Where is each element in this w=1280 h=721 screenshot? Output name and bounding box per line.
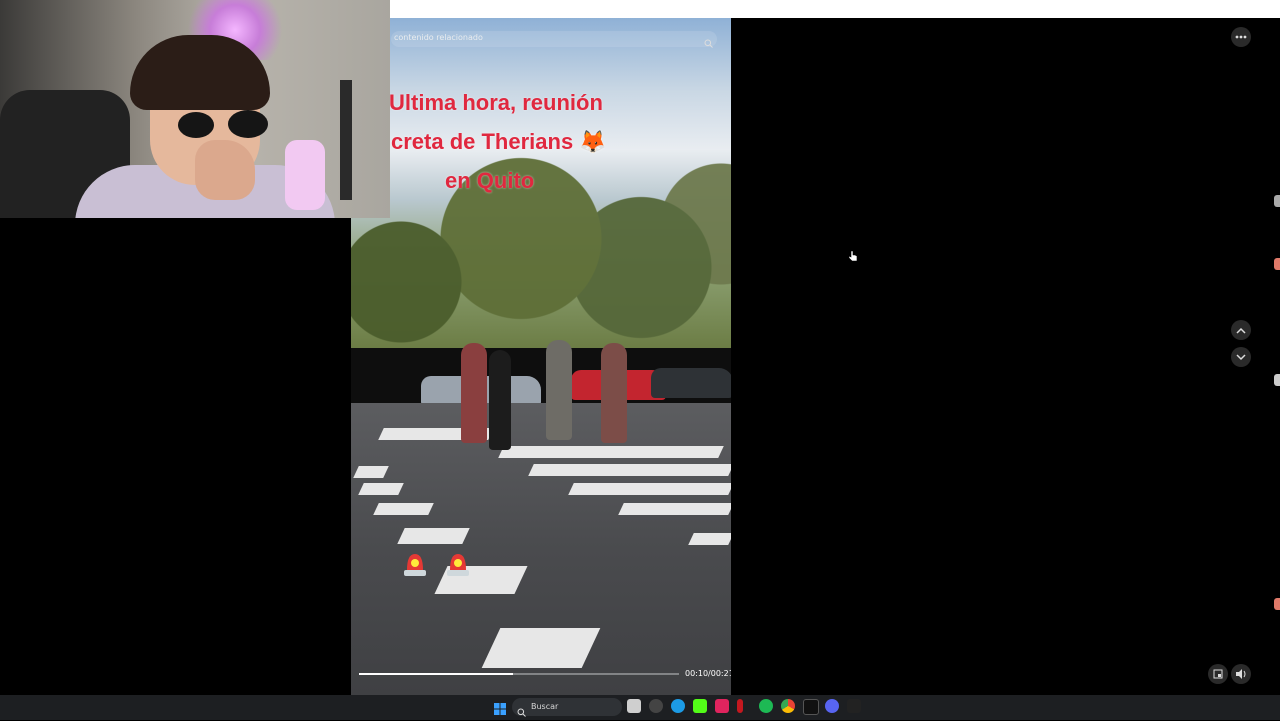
sunglasses-right xyxy=(228,110,268,138)
caption-line-3: en Quito xyxy=(445,168,535,193)
app-icon[interactable] xyxy=(737,699,743,713)
video-progress-bar[interactable] xyxy=(359,673,679,675)
windows-start-icon[interactable] xyxy=(494,700,506,719)
chrome-icon[interactable] xyxy=(781,699,795,713)
person-2 xyxy=(489,350,511,450)
car-dark xyxy=(651,368,731,398)
crosswalk-stripe xyxy=(618,503,731,515)
task-view-icon[interactable] xyxy=(627,699,641,713)
edge-indicator xyxy=(1274,374,1280,386)
hand xyxy=(195,140,255,200)
caption-line-1: Ultima hora, reunión xyxy=(389,90,603,115)
chevron-down-icon[interactable] xyxy=(1231,347,1251,367)
siren-icon xyxy=(444,548,472,578)
chevron-up-icon[interactable] xyxy=(1231,320,1251,340)
terminal-icon[interactable] xyxy=(847,699,861,713)
edge-indicator xyxy=(1274,258,1280,270)
discord-icon[interactable] xyxy=(825,699,839,713)
person-1 xyxy=(461,343,487,443)
crosswalk-stripe xyxy=(528,464,731,476)
crosswalk-stripe xyxy=(358,483,404,495)
crosswalk-stripe xyxy=(498,446,724,458)
crosswalk-stripe xyxy=(397,528,470,544)
video-player[interactable]: Ultima hora, reunión creta de Therians 🦊… xyxy=(351,18,731,695)
picture-in-picture-icon[interactable] xyxy=(1208,664,1228,684)
tiktok-icon[interactable] xyxy=(803,699,819,715)
crosswalk-stripe xyxy=(481,628,601,668)
taskbar-search-label: Buscar xyxy=(531,702,559,711)
crosswalk-stripe xyxy=(688,533,731,545)
video-progress-fill xyxy=(359,673,513,675)
edge-browser-icon[interactable] xyxy=(671,699,685,713)
crosswalk-stripe xyxy=(353,466,389,478)
caption-line-2: creta de Therians 🦊 xyxy=(391,129,607,154)
person-3 xyxy=(546,340,572,440)
crosswalk-stripe xyxy=(568,483,731,495)
kick-icon[interactable] xyxy=(693,699,707,713)
taskbar-search[interactable] xyxy=(512,698,622,716)
edge-indicator xyxy=(1274,195,1280,207)
mic-arm xyxy=(340,80,352,200)
edge-indicator xyxy=(1274,598,1280,610)
video-search-placeholder: contenido relacionado xyxy=(394,33,483,42)
more-icon[interactable] xyxy=(1231,27,1251,47)
video-time: 00:10/00:21 xyxy=(685,669,731,678)
hand-cursor-icon xyxy=(848,247,858,266)
cup xyxy=(285,140,325,210)
crosswalk-stripe xyxy=(373,503,434,515)
spotify-icon[interactable] xyxy=(759,699,773,713)
app-icon[interactable] xyxy=(649,699,663,713)
search-icon xyxy=(517,702,526,721)
webcam-overlay xyxy=(0,0,390,218)
siren-icon xyxy=(401,548,429,578)
volume-icon[interactable] xyxy=(1231,664,1251,684)
search-icon[interactable] xyxy=(704,33,713,48)
sunglasses-left xyxy=(178,112,214,138)
person-4 xyxy=(601,343,627,443)
browser-top-bar xyxy=(390,0,1280,18)
app-icon[interactable] xyxy=(715,699,729,713)
